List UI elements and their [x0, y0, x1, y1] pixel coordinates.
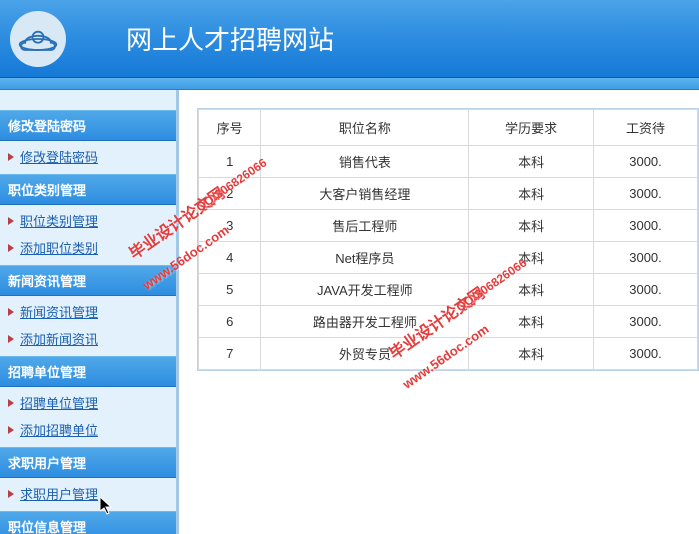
nav-header-password: 修改登陆密码	[0, 110, 176, 141]
table-cell-name: 大客户销售经理	[261, 178, 469, 210]
arrow-right-icon	[8, 308, 14, 316]
nav-section-position: 职位信息管理 职位信息管理	[0, 511, 176, 534]
col-header-edu: 学历要求	[469, 110, 594, 146]
col-header-seq: 序号	[199, 110, 261, 146]
table-cell-edu: 本科	[469, 274, 594, 306]
table-row[interactable]: 2大客户销售经理本科3000.	[199, 178, 698, 210]
sidebar-item-category-manage[interactable]: 职位类别管理	[0, 207, 176, 234]
table-cell-name: 外贸专员	[261, 338, 469, 370]
arrow-right-icon	[8, 217, 14, 225]
table-cell-seq: 6	[199, 306, 261, 338]
table-cell-salary: 3000.	[594, 178, 698, 210]
nav-section-jobseeker: 求职用户管理 求职用户管理	[0, 447, 176, 509]
arrow-right-icon	[8, 399, 14, 407]
nav-header-category: 职位类别管理	[0, 174, 176, 205]
nav-header-employer: 招聘单位管理	[0, 356, 176, 387]
table-row[interactable]: 3售后工程师本科3000.	[199, 210, 698, 242]
logo	[10, 11, 66, 67]
col-header-name: 职位名称	[261, 110, 469, 146]
table-cell-salary: 3000.	[594, 274, 698, 306]
table-cell-edu: 本科	[469, 306, 594, 338]
table-cell-seq: 2	[199, 178, 261, 210]
arrow-right-icon	[8, 244, 14, 252]
position-table: 序号 职位名称 学历要求 工资待 1销售代表本科3000.2大客户销售经理本科3…	[198, 109, 698, 370]
table-cell-edu: 本科	[469, 210, 594, 242]
table-cell-edu: 本科	[469, 178, 594, 210]
nav-link-label: 添加新闻资讯	[20, 329, 98, 348]
table-cell-seq: 7	[199, 338, 261, 370]
table-cell-seq: 5	[199, 274, 261, 306]
nav-link-label: 职位类别管理	[20, 211, 98, 230]
arrow-right-icon	[8, 490, 14, 498]
nav-link-label: 求职用户管理	[20, 484, 98, 503]
nav-header-position: 职位信息管理	[0, 511, 176, 534]
table-cell-salary: 3000.	[594, 146, 698, 178]
table-row[interactable]: 1销售代表本科3000.	[199, 146, 698, 178]
table-row[interactable]: 6路由器开发工程师本科3000.	[199, 306, 698, 338]
nav-link-label: 新闻资讯管理	[20, 302, 98, 321]
table-cell-name: 路由器开发工程师	[261, 306, 469, 338]
arrow-right-icon	[8, 426, 14, 434]
cloud-logo-icon	[16, 17, 60, 61]
table-cell-edu: 本科	[469, 242, 594, 274]
table-cell-salary: 3000.	[594, 242, 698, 274]
sidebar-item-category-add[interactable]: 添加职位类别	[0, 234, 176, 261]
table-cell-salary: 3000.	[594, 306, 698, 338]
table-row[interactable]: 7外贸专员本科3000.	[199, 338, 698, 370]
table-cell-name: 售后工程师	[261, 210, 469, 242]
table-cell-seq: 4	[199, 242, 261, 274]
arrow-right-icon	[8, 153, 14, 161]
table-header-row: 序号 职位名称 学历要求 工资待	[199, 110, 698, 146]
nav-section-category: 职位类别管理 职位类别管理 添加职位类别	[0, 174, 176, 263]
arrow-right-icon	[8, 335, 14, 343]
page-title: 网上人才招聘网站	[126, 20, 334, 57]
subheader-bar	[0, 78, 699, 90]
nav-link-label: 修改登陆密码	[20, 147, 98, 166]
nav-link-label: 添加招聘单位	[20, 420, 98, 439]
sidebar: 修改登陆密码 修改登陆密码 职位类别管理 职位类别管理 添加职位类别	[0, 90, 179, 534]
sidebar-item-change-password[interactable]: 修改登陆密码	[0, 143, 176, 170]
table-row[interactable]: 5JAVA开发工程师本科3000.	[199, 274, 698, 306]
nav-header-jobseeker: 求职用户管理	[0, 447, 176, 478]
table-cell-name: 销售代表	[261, 146, 469, 178]
table-row[interactable]: 4Net程序员本科3000.	[199, 242, 698, 274]
nav-link-label: 添加职位类别	[20, 238, 98, 257]
table-cell-edu: 本科	[469, 338, 594, 370]
table-cell-salary: 3000.	[594, 210, 698, 242]
table-cell-name: Net程序员	[261, 242, 469, 274]
col-header-salary: 工资待	[594, 110, 698, 146]
sidebar-item-news-add[interactable]: 添加新闻资讯	[0, 325, 176, 352]
nav-section-news: 新闻资讯管理 新闻资讯管理 添加新闻资讯	[0, 265, 176, 354]
cursor-icon	[100, 497, 116, 517]
sidebar-item-employer-manage[interactable]: 招聘单位管理	[0, 389, 176, 416]
content-panel: 序号 职位名称 学历要求 工资待 1销售代表本科3000.2大客户销售经理本科3…	[197, 108, 699, 371]
app-header: 网上人才招聘网站	[0, 0, 699, 78]
main-content: 序号 职位名称 学历要求 工资待 1销售代表本科3000.2大客户销售经理本科3…	[179, 90, 699, 534]
sidebar-item-news-manage[interactable]: 新闻资讯管理	[0, 298, 176, 325]
sidebar-item-employer-add[interactable]: 添加招聘单位	[0, 416, 176, 443]
sidebar-item-jobseeker-manage[interactable]: 求职用户管理	[0, 480, 176, 507]
nav-link-label: 招聘单位管理	[20, 393, 98, 412]
table-cell-edu: 本科	[469, 146, 594, 178]
table-cell-salary: 3000.	[594, 338, 698, 370]
table-cell-seq: 3	[199, 210, 261, 242]
nav-section-employer: 招聘单位管理 招聘单位管理 添加招聘单位	[0, 356, 176, 445]
nav-section-password: 修改登陆密码 修改登陆密码	[0, 110, 176, 172]
table-cell-name: JAVA开发工程师	[261, 274, 469, 306]
nav-header-news: 新闻资讯管理	[0, 265, 176, 296]
table-cell-seq: 1	[199, 146, 261, 178]
